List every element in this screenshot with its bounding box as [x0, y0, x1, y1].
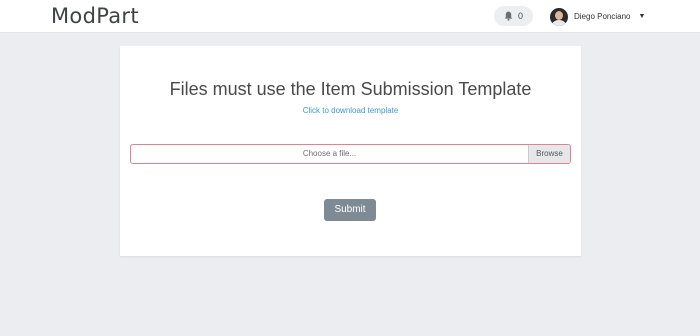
- page-title: Files must use the Item Submission Templ…: [169, 79, 532, 99]
- browse-button[interactable]: Browse: [528, 145, 570, 163]
- user-name: Diego Ponciano: [574, 12, 631, 21]
- brand-logo[interactable]: ModPart: [51, 4, 139, 28]
- file-input[interactable]: Choose a file... Browse: [130, 144, 571, 164]
- user-menu[interactable]: Diego Ponciano ▼: [550, 7, 645, 26]
- avatar: [550, 7, 568, 26]
- file-input-placeholder: Choose a file...: [302, 149, 357, 158]
- chevron-down-icon: ▼: [638, 13, 646, 20]
- notifications-button[interactable]: 0: [494, 6, 533, 26]
- notification-count: 0: [517, 11, 523, 21]
- submit-button[interactable]: Submit: [324, 199, 376, 221]
- top-navbar: ModPart 0 Diego Ponciano ▼: [0, 0, 700, 33]
- bell-icon: [504, 11, 513, 21]
- upload-card: Files must use the Item Submission Templ…: [120, 46, 581, 256]
- download-template-link[interactable]: Click to download template: [120, 106, 581, 115]
